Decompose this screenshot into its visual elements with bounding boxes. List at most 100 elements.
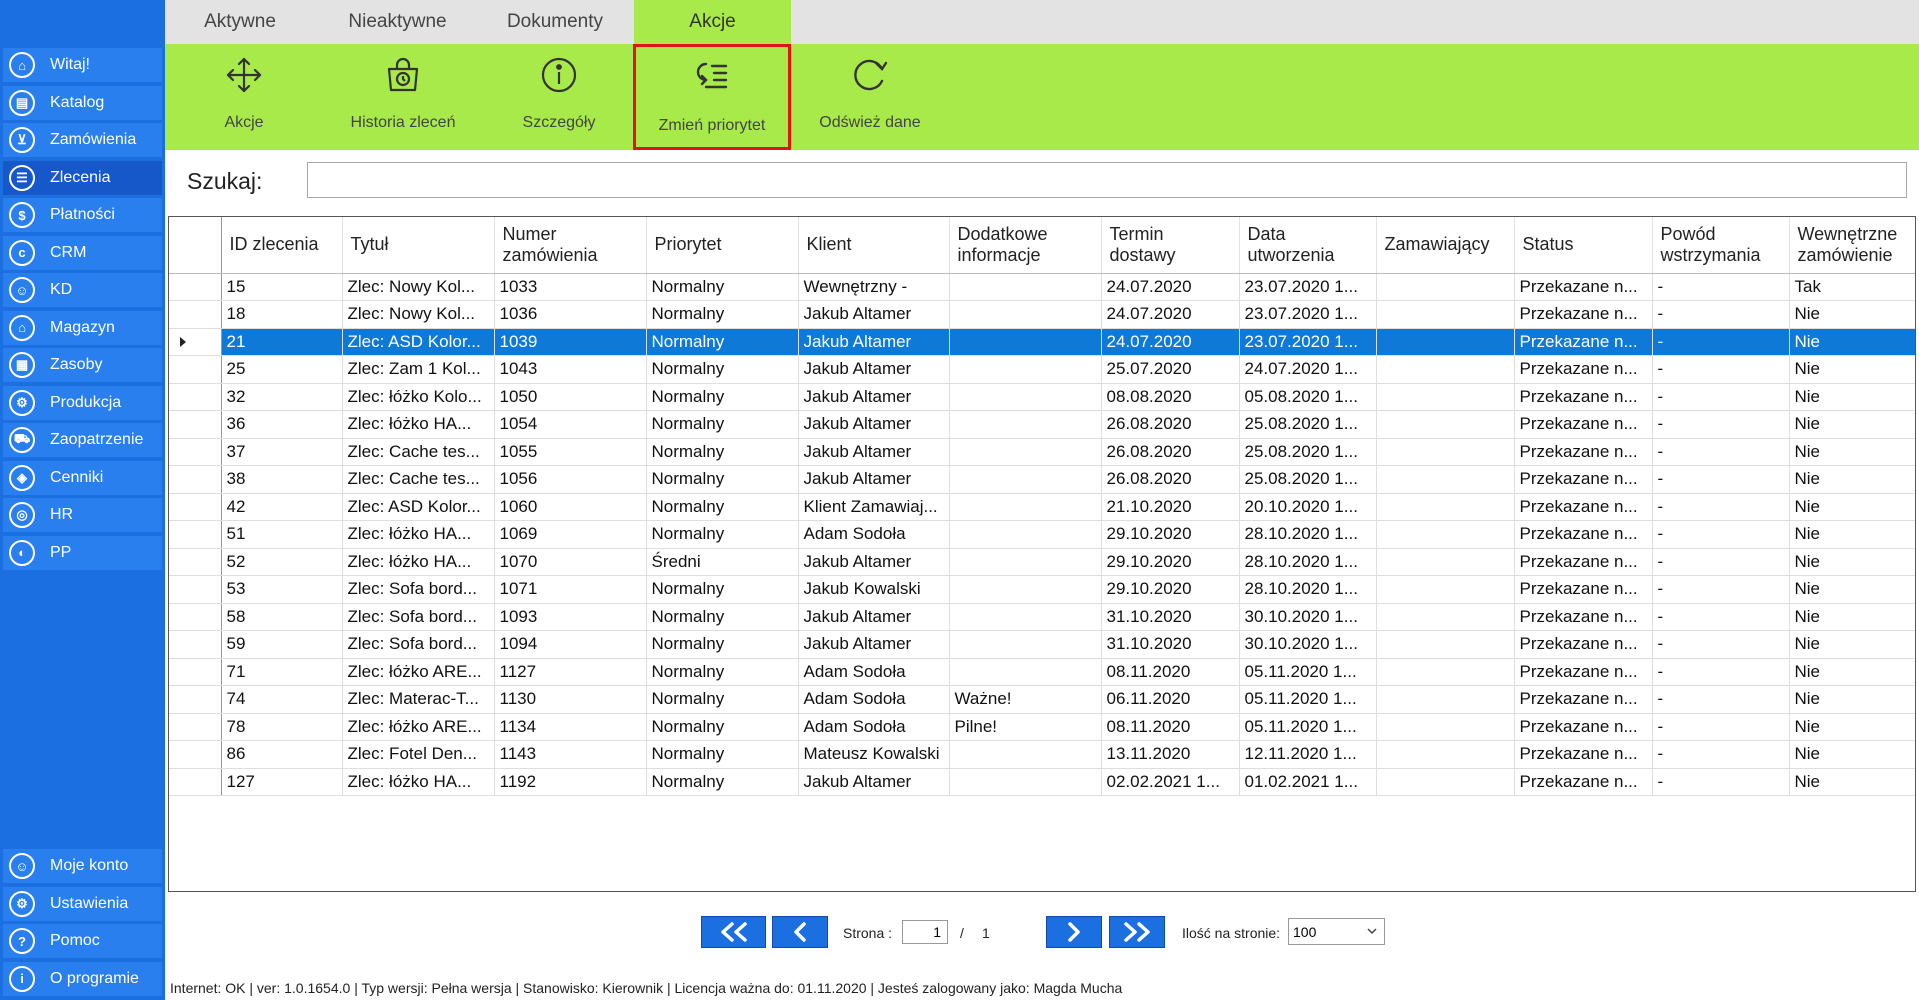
table-cell[interactable]: Przekazane n... [1514,465,1653,494]
table-cell[interactable]: Nie [1789,300,1915,329]
tab-nieaktywne[interactable]: Nieaktywne [315,0,480,44]
table-row[interactable]: 78 Zlec: łóżko ARE... 1134 Normalny Adam Sod… [169,713,1915,741]
table-cell[interactable]: Nie [1789,603,1915,631]
column-header[interactable]: Priorytet [646,217,799,274]
table-cell[interactable] [949,520,1102,549]
table-cell[interactable]: 1093 [494,603,647,631]
table-cell[interactable]: 26.08.2020 [1101,410,1240,439]
table-cell[interactable]: Ważne! [949,685,1102,714]
sidebar-item-5[interactable]: c CRM [3,235,162,270]
table-cell[interactable] [949,410,1102,439]
table-cell[interactable]: 24.07.2020 1... [1239,355,1377,384]
table-row[interactable]: 127 Zlec: łóżko HA... 1192 Normalny Jakub Al… [169,768,1915,796]
row-header[interactable] [169,520,222,549]
table-cell[interactable]: Nie [1789,768,1915,796]
table-cell[interactable] [949,740,1102,769]
tab-akcje[interactable]: Akcje [634,0,791,44]
table-cell[interactable]: - [1652,685,1790,714]
column-header[interactable]: Numer zamówienia [494,217,647,274]
table-cell[interactable] [949,328,1102,356]
table-cell[interactable]: Nie [1789,328,1915,356]
table-cell[interactable]: Normalny [646,630,799,659]
table-cell[interactable] [1376,465,1515,494]
table-row[interactable]: 38 Zlec: Cache tes... 1056 Normalny Jakub Al… [169,465,1915,494]
table-cell[interactable]: Wewnętrzny - [798,273,950,301]
table-cell[interactable]: Jakub Altamer [798,410,950,439]
table-cell[interactable]: 02.02.2021 1... [1101,768,1240,796]
table-row[interactable]: 25 Zlec: Zam 1 Kol... 1043 Normalny Jakub Al… [169,355,1915,384]
table-cell[interactable]: 74 [221,685,343,714]
table-cell[interactable] [949,603,1102,631]
row-header[interactable] [169,713,222,741]
table-cell[interactable]: - [1652,355,1790,384]
column-header[interactable]: Dodatkowe informacje [949,217,1102,274]
table-cell[interactable]: 29.10.2020 [1101,520,1240,549]
table-cell[interactable]: 1143 [494,740,647,769]
table-cell[interactable] [1376,493,1515,521]
table-cell[interactable]: 1071 [494,575,647,604]
row-header[interactable] [169,355,222,384]
table-cell[interactable]: Normalny [646,713,799,741]
table-cell[interactable]: - [1652,300,1790,329]
column-header[interactable]: Wewnętrzne zamówienie [1789,217,1915,274]
table-row[interactable]: 21 Zlec: ASD Kolor... 1039 Normalny Jakub Al… [169,328,1915,356]
table-cell[interactable]: 38 [221,465,343,494]
sidebar-item-4[interactable]: $ Płatności [3,198,162,232]
row-header[interactable] [169,273,222,301]
table-cell[interactable]: Zlec: Materac-T... [342,685,495,714]
table-row[interactable]: 18 Zlec: Nowy Kol... 1036 Normalny Jakub Alt… [169,300,1915,329]
column-header[interactable]: Tytuł [342,217,495,274]
table-cell[interactable]: 12.11.2020 1... [1239,740,1377,769]
table-cell[interactable] [949,548,1102,576]
table-cell[interactable] [1376,383,1515,411]
table-cell[interactable]: Jakub Altamer [798,300,950,329]
table-cell[interactable]: 37 [221,438,343,466]
tab-aktywne[interactable]: Aktywne [165,0,315,44]
table-cell[interactable]: 05.11.2020 1... [1239,658,1377,686]
table-cell[interactable]: - [1652,768,1790,796]
table-cell[interactable]: Przekazane n... [1514,438,1653,466]
szczegoly-button[interactable]: Szczegóły [480,44,638,150]
table-row[interactable]: 36 Zlec: łóżko HA... 1054 Normalny Jakub Alt… [169,410,1915,439]
table-cell[interactable]: - [1652,548,1790,576]
table-cell[interactable]: Normalny [646,685,799,714]
table-cell[interactable]: 08.11.2020 [1101,713,1240,741]
table-cell[interactable]: 58 [221,603,343,631]
table-cell[interactable]: 1192 [494,768,647,796]
table-cell[interactable] [949,768,1102,796]
table-cell[interactable]: Jakub Altamer [798,548,950,576]
table-cell[interactable]: Przekazane n... [1514,768,1653,796]
table-cell[interactable] [949,355,1102,384]
table-cell[interactable]: Przekazane n... [1514,328,1653,356]
table-row[interactable]: 59 Zlec: Sofa bord... 1094 Normalny Jakub Al… [169,630,1915,659]
table-cell[interactable]: 01.02.2021 1... [1239,768,1377,796]
table-cell[interactable] [1376,603,1515,631]
prev-page-button[interactable] [772,916,828,948]
table-cell[interactable]: Normalny [646,603,799,631]
table-row[interactable]: 15 Zlec: Nowy Kol... 1033 Normalny Wewnętrzn… [169,273,1915,301]
table-cell[interactable]: 1036 [494,300,647,329]
table-cell[interactable]: Nie [1789,740,1915,769]
sidebar-item-1[interactable]: ▤ Katalog [3,85,162,120]
table-row[interactable]: 37 Zlec: Cache tes... 1055 Normalny Jakub Al… [169,438,1915,466]
table-cell[interactable]: 29.10.2020 [1101,575,1240,604]
table-cell[interactable]: 1127 [494,658,647,686]
table-cell[interactable]: Przekazane n... [1514,630,1653,659]
row-header[interactable] [169,658,222,686]
table-cell[interactable]: 23.07.2020 1... [1239,300,1377,329]
table-cell[interactable]: Adam Sodoła [798,713,950,741]
table-cell[interactable]: 30.10.2020 1... [1239,630,1377,659]
table-cell[interactable]: Normalny [646,740,799,769]
table-cell[interactable]: Normalny [646,273,799,301]
table-cell[interactable]: Zlec: łóżko ARE... [342,658,495,686]
table-cell[interactable]: Zlec: Sofa bord... [342,575,495,604]
table-cell[interactable]: 1054 [494,410,647,439]
table-cell[interactable] [1376,273,1515,301]
table-cell[interactable]: 25.07.2020 [1101,355,1240,384]
table-cell[interactable]: 21.10.2020 [1101,493,1240,521]
table-cell[interactable]: Jakub Altamer [798,768,950,796]
column-header[interactable]: Powód wstrzymania [1652,217,1790,274]
table-cell[interactable]: Nie [1789,685,1915,714]
sidebar-bottom-item-0[interactable]: ☺ Moje konto [3,849,162,883]
table-cell[interactable]: 86 [221,740,343,769]
